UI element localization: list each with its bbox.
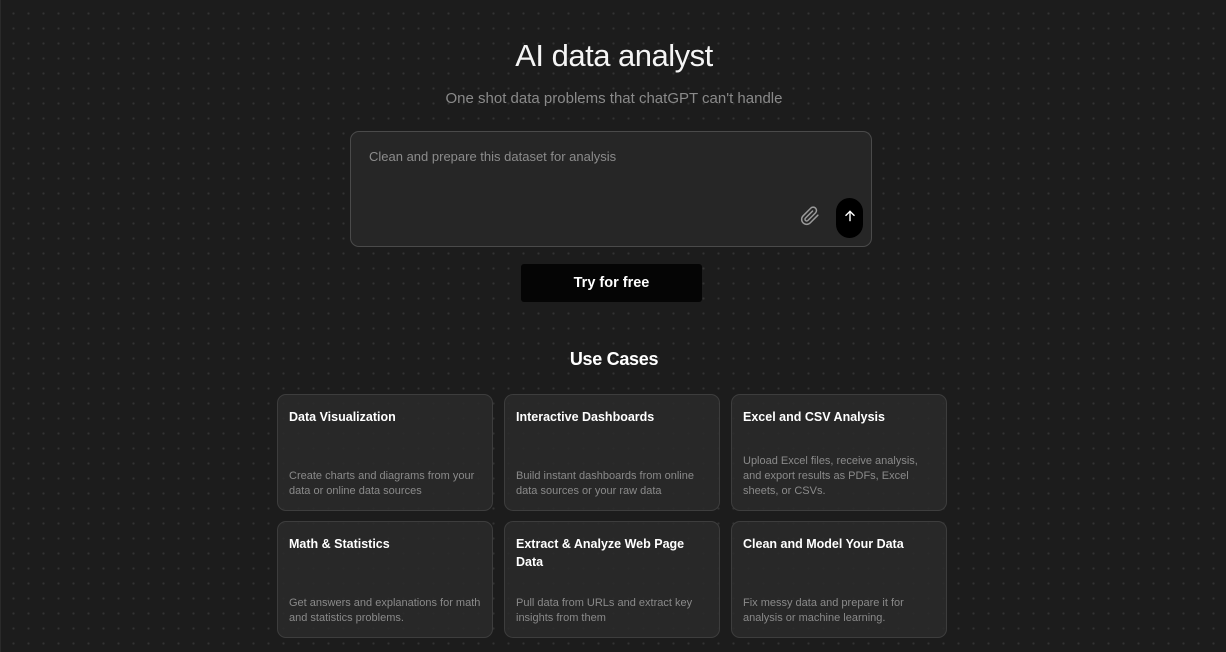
use-case-card-web-page-data[interactable]: Extract & Analyze Web Page Data Pull dat… [504,521,720,638]
card-description: Fix messy data and prepare it for analys… [743,597,904,624]
card-description: Create charts and diagrams from your dat… [289,470,475,497]
paperclip-icon [800,205,820,231]
attach-file-button[interactable] [798,205,822,231]
use-case-card-data-visualization[interactable]: Data Visualization Create charts and dia… [277,394,493,511]
prompt-input[interactable] [369,149,839,189]
card-description: Upload Excel files, receive analysis, an… [743,455,918,497]
card-description: Get answers and explanations for math an… [289,597,481,624]
use-case-card-excel-csv-analysis[interactable]: Excel and CSV Analysis Upload Excel file… [731,394,947,511]
prompt-box [350,131,872,247]
card-title: Extract & Analyze Web Page Data [516,537,685,569]
use-case-card-interactive-dashboards[interactable]: Interactive Dashboards Build instant das… [504,394,720,511]
use-case-card-clean-model-data[interactable]: Clean and Model Your Data Fix messy data… [731,521,947,638]
card-description: Build instant dashboards from online dat… [516,470,694,497]
use-case-card-math-statistics[interactable]: Math & Statistics Get answers and explan… [277,521,493,638]
arrow-up-icon [843,209,857,228]
use-cases-grid: Data Visualization Create charts and dia… [277,394,947,638]
card-title: Data Visualization [289,410,396,424]
try-for-free-button[interactable]: Try for free [521,264,702,302]
card-title: Math & Statistics [289,537,390,551]
use-cases-title: Use Cases [569,349,659,369]
send-button[interactable] [836,198,863,238]
card-description: Pull data from URLs and extract key insi… [516,597,693,624]
card-title: Interactive Dashboards [516,410,655,424]
card-title: Excel and CSV Analysis [743,410,885,424]
page-title: AI data analyst [515,38,713,73]
page-subtitle: One shot data problems that chatGPT can'… [445,90,783,107]
card-title: Clean and Model Your Data [743,537,904,551]
